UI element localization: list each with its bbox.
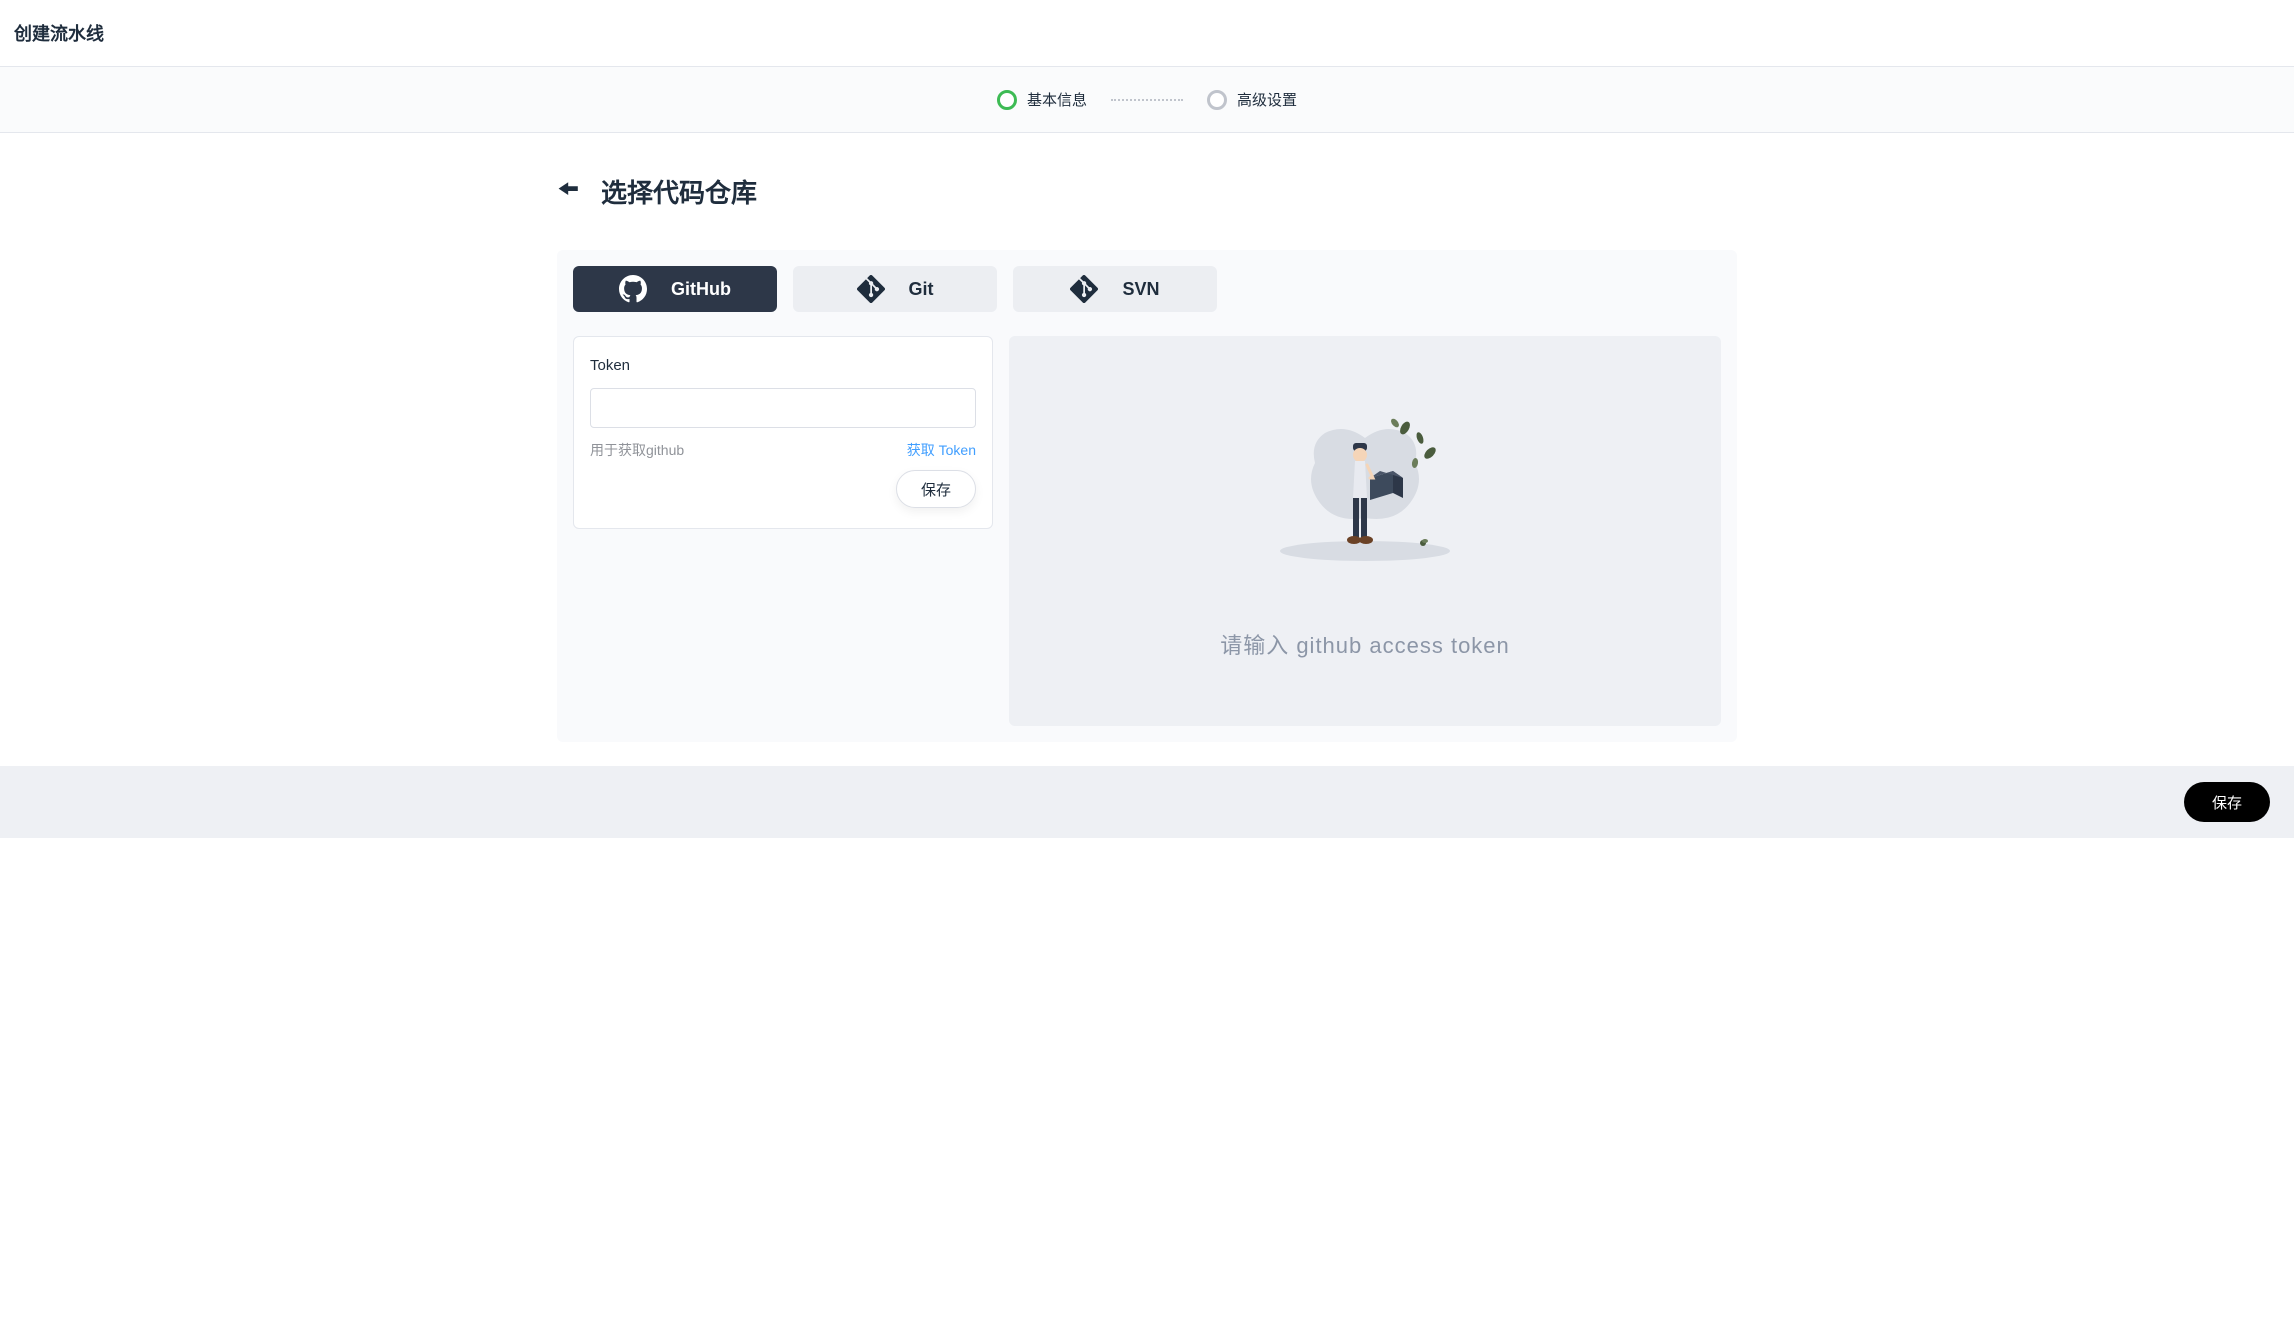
section-header: 选择代码仓库: [557, 173, 1737, 210]
tab-svn[interactable]: SVN: [1013, 266, 1217, 312]
token-label: Token: [590, 357, 976, 374]
footer-bar: 保存: [0, 766, 2294, 838]
repo-tabs: GitHub Git SVN: [573, 266, 1721, 312]
token-help-text: 用于获取github: [590, 440, 684, 460]
tab-github[interactable]: GitHub: [573, 266, 777, 312]
get-token-link[interactable]: 获取 Token: [907, 440, 976, 460]
step-advanced-settings[interactable]: 高级设置: [1207, 89, 1297, 110]
empty-illustration: [1265, 403, 1465, 568]
tab-git[interactable]: Git: [793, 266, 997, 312]
step-divider: [1111, 99, 1183, 101]
empty-state-panel: 请输入 github access token: [1009, 336, 1721, 726]
page-title: 创建流水线: [0, 0, 2294, 66]
step-label: 基本信息: [1027, 89, 1087, 110]
token-form-panel: Token 用于获取github 获取 Token 保存: [573, 336, 993, 529]
step-basic-info[interactable]: 基本信息: [997, 89, 1087, 110]
tab-label: Git: [909, 279, 934, 300]
empty-state-text: 请输入 github access token: [1220, 628, 1510, 660]
back-arrow-icon[interactable]: [557, 179, 581, 204]
footer-save-button[interactable]: 保存: [2184, 782, 2270, 822]
section-title: 选择代码仓库: [601, 173, 757, 210]
git-icon: [857, 275, 885, 303]
tab-label: GitHub: [671, 279, 731, 300]
token-input[interactable]: [590, 388, 976, 428]
main-card: GitHub Git SVN To: [557, 250, 1737, 742]
steps-bar: 基本信息 高级设置: [0, 66, 2294, 133]
step-label: 高级设置: [1237, 89, 1297, 110]
step-circle: [1207, 90, 1227, 110]
step-circle-active: [997, 90, 1017, 110]
github-icon: [619, 275, 647, 303]
save-token-button[interactable]: 保存: [896, 470, 976, 508]
tab-label: SVN: [1122, 279, 1159, 300]
svn-icon: [1070, 275, 1098, 303]
